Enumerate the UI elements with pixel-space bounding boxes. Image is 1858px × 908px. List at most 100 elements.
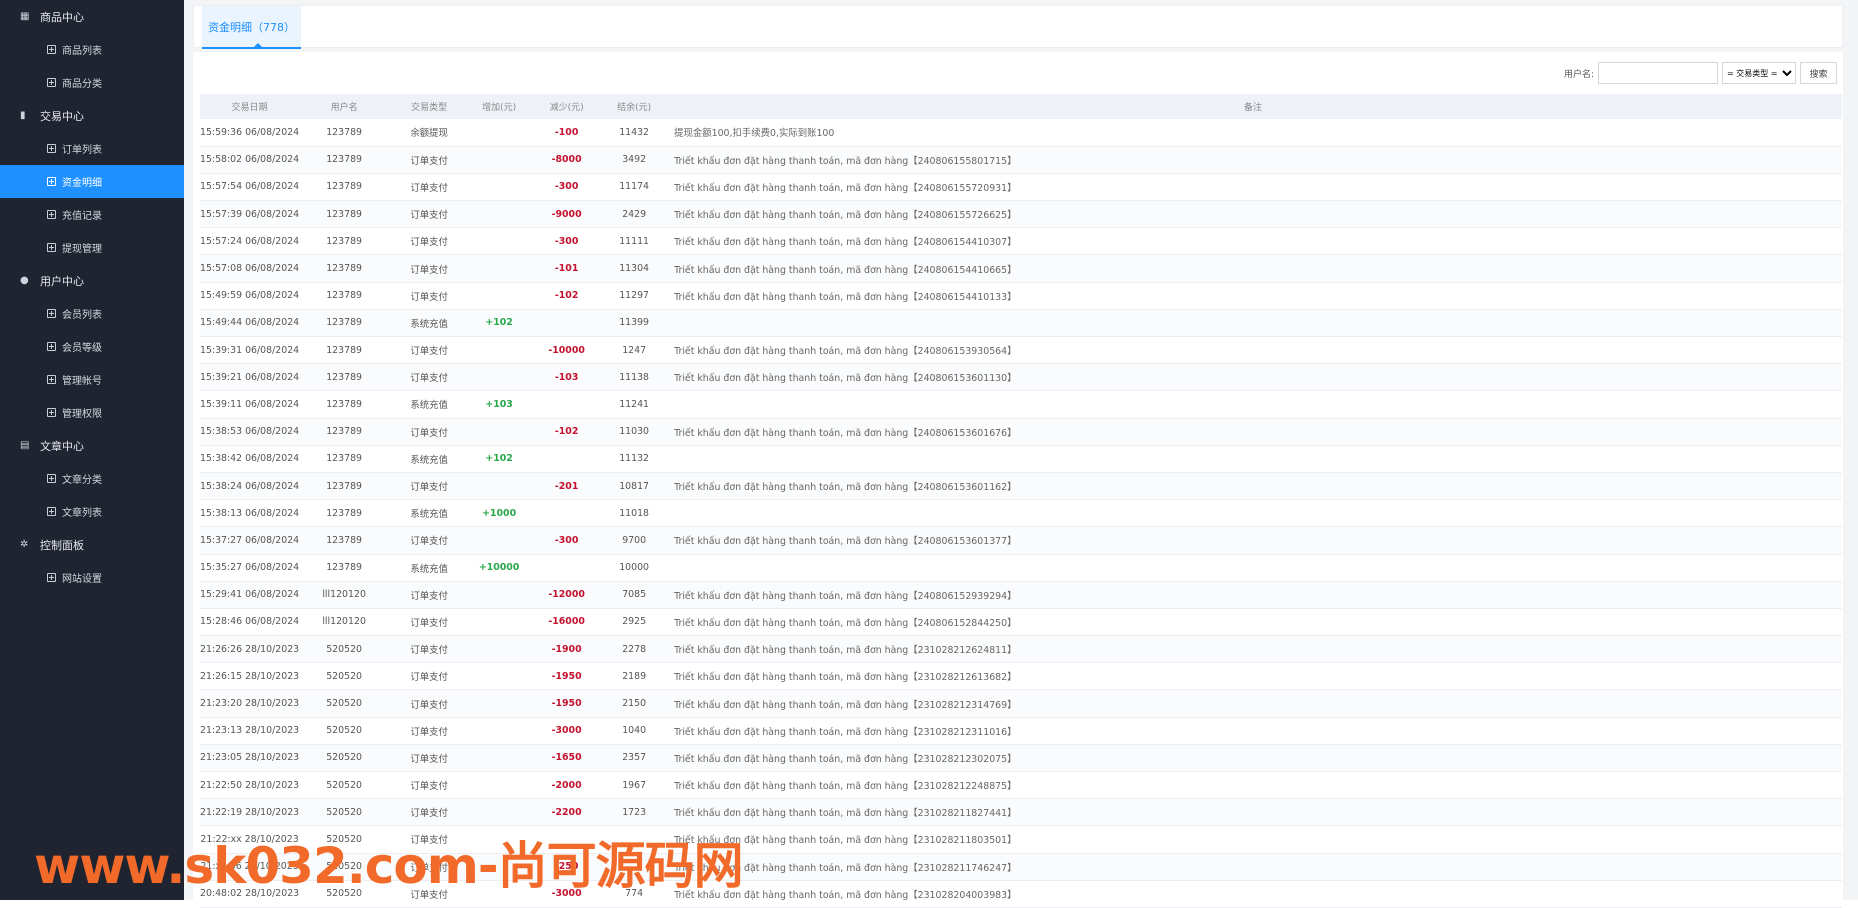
cell-increase xyxy=(469,336,530,365)
cell-balance: 7085 xyxy=(604,581,665,609)
cell-balance: 9700 xyxy=(604,526,665,555)
cell-decrease: -16000 xyxy=(529,608,605,637)
sidebar-item[interactable]: 管理权限 xyxy=(0,396,184,429)
cell-decrease: -201 xyxy=(529,472,605,501)
cell-type: 余额提现 xyxy=(389,119,470,147)
cell-date: 15:49:59 06/08/2024 xyxy=(200,282,300,310)
cell-balance: 11399 xyxy=(604,309,665,338)
cell-username: 123789 xyxy=(299,418,390,446)
sidebar-item[interactable]: 会员等级 xyxy=(0,330,184,363)
cell-date: 15:37:27 06/08/2024 xyxy=(200,526,300,555)
sidebar-group[interactable]: ▦ 商品中心 xyxy=(0,0,184,33)
caret-up-icon xyxy=(254,43,262,47)
cell-increase xyxy=(469,744,530,773)
watermark-text: www.sk032.com-尚可源码网 xyxy=(34,837,744,895)
sidebar-item[interactable]: 订单列表 xyxy=(0,132,184,165)
cell-date: 15:29:41 06/08/2024 xyxy=(200,581,300,609)
cell-decrease xyxy=(529,309,605,338)
cell-note: Triết khấu đơn đặt hàng thanh toán, mã đ… xyxy=(664,717,1842,745)
username-input[interactable] xyxy=(1598,62,1718,84)
grid-icon: ▦ xyxy=(20,10,30,22)
transaction-type-select[interactable]: = 交易类型 = xyxy=(1722,62,1796,84)
sidebar-item[interactable]: 文章分类 xyxy=(0,462,184,495)
search-toolbar: 用户名: = 交易类型 = 搜索 xyxy=(1564,62,1837,84)
plus-box-icon xyxy=(47,474,56,483)
cell-balance: 11030 xyxy=(604,418,665,446)
cell-decrease: -1650 xyxy=(529,744,605,773)
cell-note: Triết khấu đơn đặt hàng thanh toán, mã đ… xyxy=(664,581,1842,609)
cell-date: 15:59:36 06/08/2024 xyxy=(200,119,300,147)
sidebar-item[interactable]: 充值记录 xyxy=(0,198,184,231)
table-row: 15:57:54 06/08/2024 123789 订单支付 -300 11174 Tr… xyxy=(200,173,1842,202)
cell-decrease: -10000 xyxy=(529,336,605,365)
sidebar-item[interactable]: 提现管理 xyxy=(0,231,184,264)
cell-note: Triết khấu đơn đặt hàng thanh toán, mã đ… xyxy=(664,880,1842,908)
cell-note: Triết khấu đơn đặt hàng thanh toán, mã đ… xyxy=(664,689,1842,718)
cell-username: 123789 xyxy=(299,526,390,555)
cell-note: Triết khấu đơn đặt hàng thanh toán, mã đ… xyxy=(664,853,1842,881)
table-row: 21:23:05 28/10/2023 520520 订单支付 -1650 2357 Tr… xyxy=(200,744,1842,773)
cell-increase: +10000 xyxy=(469,554,530,582)
cell-username: 123789 xyxy=(299,390,390,419)
cell-note: Triết khấu đơn đặt hàng thanh toán, mã đ… xyxy=(664,336,1842,365)
cell-date: 15:38:13 06/08/2024 xyxy=(200,499,300,528)
cell-type: 订单支付 xyxy=(389,336,470,365)
table-row: 15:35:27 06/08/2024 123789 系统充值 +10000 10000 xyxy=(200,554,1842,582)
sidebar-item[interactable]: 文章列表 xyxy=(0,495,184,528)
sidebar-group-label: 商品中心 xyxy=(40,10,84,24)
cell-type: 订单支付 xyxy=(389,418,470,446)
sidebar-group[interactable]: ● 用户中心 xyxy=(0,264,184,297)
cell-date: 15:28:46 06/08/2024 xyxy=(200,608,300,637)
cell-username: 520520 xyxy=(299,744,390,773)
cell-balance: 10000 xyxy=(604,554,665,582)
table-body: 15:59:36 06/08/2024 123789 余额提现 -100 11432 提现… xyxy=(200,119,1842,908)
sidebar-group[interactable]: ▮ 交易中心 xyxy=(0,99,184,132)
cell-increase xyxy=(469,798,530,827)
cell-type: 系统充值 xyxy=(389,309,470,338)
cell-increase: +1000 xyxy=(469,499,530,528)
cell-decrease: -1900 xyxy=(529,635,605,664)
cell-balance: 1967 xyxy=(604,771,665,800)
cell-balance: 1040 xyxy=(604,717,665,745)
table-row: 21:22:50 28/10/2023 520520 订单支付 -2000 1967 Tr… xyxy=(200,771,1842,800)
cell-increase xyxy=(469,200,530,229)
cell-increase xyxy=(469,254,530,283)
sidebar-group-label: 交易中心 xyxy=(40,109,84,123)
plus-box-icon xyxy=(47,408,56,417)
table-row: 15:29:41 06/08/2024 lll120120 订单支付 -12000 70… xyxy=(200,581,1842,609)
cell-balance: 1723 xyxy=(604,798,665,827)
sidebar-group[interactable]: ▤ 文章中心 xyxy=(0,429,184,462)
sidebar-item[interactable]: 商品分类 xyxy=(0,66,184,99)
cell-note: Triết khấu đơn đặt hàng thanh toán, mã đ… xyxy=(664,662,1842,691)
plus-box-icon xyxy=(47,144,56,153)
cell-username: 123789 xyxy=(299,282,390,310)
table-row: 15:38:24 06/08/2024 123789 订单支付 -201 10817 Tr… xyxy=(200,472,1842,501)
sidebar-item[interactable]: 管理帐号 xyxy=(0,363,184,396)
search-button[interactable]: 搜索 xyxy=(1800,62,1837,84)
sidebar-item[interactable]: 会员列表 xyxy=(0,297,184,330)
sidebar-item[interactable]: 网站设置 xyxy=(0,561,184,594)
table-row: 21:23:20 28/10/2023 520520 订单支付 -1950 2150 Tr… xyxy=(200,689,1842,718)
cell-type: 订单支付 xyxy=(389,254,470,283)
cell-decrease: -2200 xyxy=(529,798,605,827)
table-row: 21:26:26 28/10/2023 520520 订单支付 -1900 2278 Tr… xyxy=(200,635,1842,664)
cell-increase xyxy=(469,146,530,174)
sidebar-item[interactable]: 资金明细 xyxy=(0,165,184,198)
cell-date: 21:23:05 28/10/2023 xyxy=(200,744,300,773)
cell-increase xyxy=(469,526,530,555)
cell-note: Triết khấu đơn đặt hàng thanh toán, mã đ… xyxy=(664,254,1842,283)
sidebar-item-label: 文章分类 xyxy=(62,475,102,486)
cell-balance: 11304 xyxy=(604,254,665,283)
cell-increase xyxy=(469,608,530,637)
tab-fund-details[interactable]: 资金明细（778） xyxy=(202,6,301,49)
cell-balance: 2278 xyxy=(604,635,665,664)
table-row: 15:57:08 06/08/2024 123789 订单支付 -101 11304 Tr… xyxy=(200,254,1842,283)
cell-increase: +102 xyxy=(469,309,530,338)
tabs-bar: 资金明细（778） xyxy=(193,5,1843,49)
cell-increase xyxy=(469,717,530,745)
sidebar-item[interactable]: 商品列表 xyxy=(0,33,184,66)
cell-type: 订单支付 xyxy=(389,744,470,773)
cell-date: 15:49:44 06/08/2024 xyxy=(200,309,300,338)
sidebar-group[interactable]: ✲ 控制面板 xyxy=(0,528,184,561)
sidebar-item-label: 文章列表 xyxy=(62,508,102,519)
